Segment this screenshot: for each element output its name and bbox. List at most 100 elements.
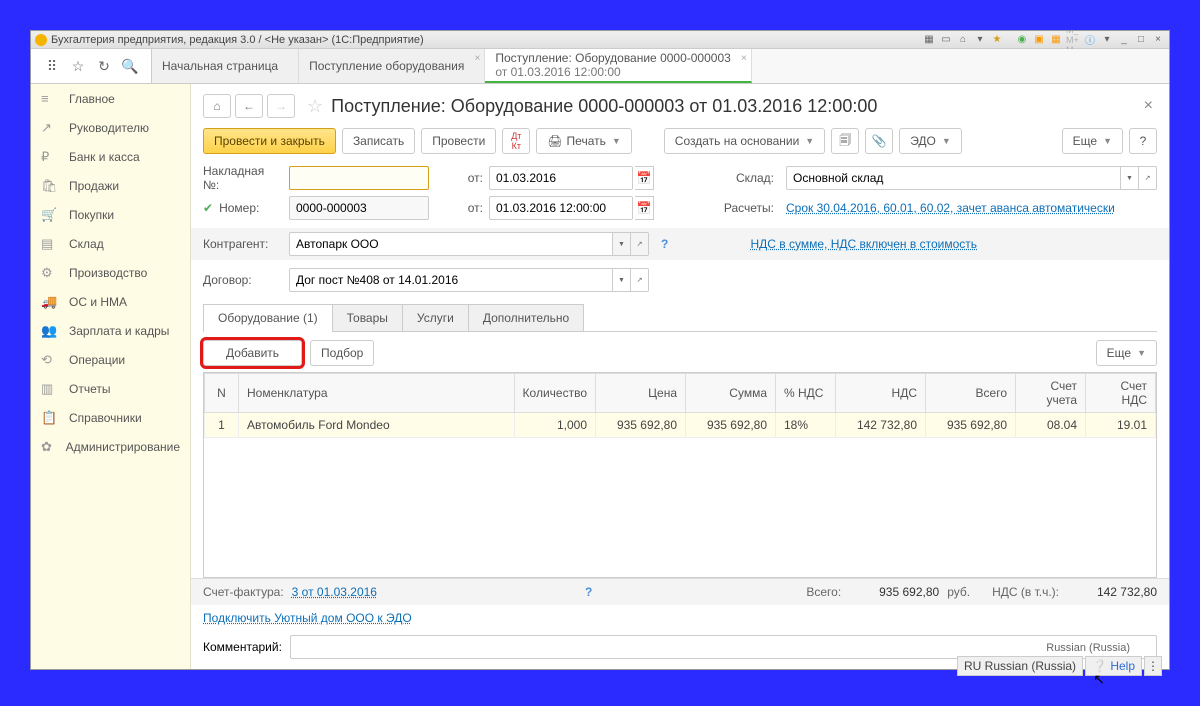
close-icon[interactable]: ×	[1151, 33, 1165, 47]
edo-button[interactable]: ЭДО▼	[899, 128, 962, 154]
chevron-down-icon[interactable]: ▼	[612, 233, 630, 255]
chevron-down-icon[interactable]: ▼	[1120, 167, 1138, 189]
sidebar-item-production[interactable]: ⚙Производство	[31, 258, 190, 287]
invoice-no-input[interactable]	[289, 166, 429, 190]
col-acc-vat[interactable]: Счет НДС	[1086, 374, 1156, 413]
sidebar-item-director[interactable]: ↗Руководителю	[31, 113, 190, 142]
open-icon[interactable]: ↗	[630, 233, 648, 255]
counterparty-input[interactable]	[290, 233, 612, 255]
history-icon[interactable]: ↻	[93, 55, 115, 77]
contract-combo[interactable]: ▼ ↗	[289, 268, 649, 292]
favorite-icon[interactable]: ★	[990, 33, 1004, 47]
tb-text[interactable]: M_ M+ M-	[1066, 33, 1080, 47]
tb-icon[interactable]: ◉	[1015, 33, 1029, 47]
col-total[interactable]: Всего	[926, 374, 1016, 413]
tab-additional[interactable]: Дополнительно	[468, 304, 584, 331]
calendar-icon[interactable]: 📅	[635, 196, 654, 220]
datetime-input[interactable]	[489, 196, 633, 220]
tb-icon[interactable]: ▭	[939, 33, 953, 47]
open-icon[interactable]: ↗	[630, 269, 648, 291]
sidebar-item-operations[interactable]: ⟲Операции	[31, 345, 190, 374]
sidebar-item-main[interactable]: ≡Главное	[31, 84, 190, 113]
help-button[interactable]: ❔ Help	[1085, 656, 1142, 676]
vat-mode-link[interactable]: НДС в сумме, НДС включен в стоимость	[750, 237, 977, 251]
tb-icon[interactable]: ⌂	[956, 33, 970, 47]
chevron-down-icon[interactable]: ▼	[612, 269, 630, 291]
counterparty-combo[interactable]: ▼ ↗	[289, 232, 649, 256]
cell-acc-vat[interactable]: 19.01	[1086, 413, 1156, 438]
sidebar-item-bank[interactable]: ₽Банк и касса	[31, 142, 190, 171]
post-close-button[interactable]: Провести и закрыть	[203, 128, 336, 154]
page-close-icon[interactable]: ×	[1140, 97, 1157, 115]
star-icon[interactable]: ☆	[67, 55, 89, 77]
sf-link[interactable]: 3 от 01.03.2016	[292, 585, 377, 599]
sidebar-item-warehouse[interactable]: ▤Склад	[31, 229, 190, 258]
dt-kt-button[interactable]: ДтКт	[502, 128, 530, 154]
lang-indicator[interactable]: RU Russian (Russia)	[957, 656, 1083, 676]
minimize-icon[interactable]: _	[1117, 33, 1131, 47]
number-input[interactable]	[289, 196, 429, 220]
calendar-icon[interactable]: 📅	[635, 166, 654, 190]
tb-icon[interactable]: ▣	[1032, 33, 1046, 47]
related-button[interactable]: 🗐	[831, 128, 859, 154]
sidebar-item-reports[interactable]: ▥Отчеты	[31, 374, 190, 403]
cell-nomen[interactable]: Автомобиль Ford Mondeo	[239, 413, 515, 438]
tb-icon[interactable]: ▾	[973, 33, 987, 47]
info-drop-icon[interactable]: ▾	[1100, 33, 1114, 47]
edo-connect-link[interactable]: Подключить Уютный дом ООО к ЭДО	[203, 611, 412, 625]
sidebar-item-purchases[interactable]: 🛒Покупки	[31, 200, 190, 229]
col-sum[interactable]: Сумма	[686, 374, 776, 413]
maximize-icon[interactable]: □	[1134, 33, 1148, 47]
apps-icon[interactable]: ⠿	[41, 55, 63, 77]
open-icon[interactable]: ↗	[1138, 167, 1156, 189]
table-more-button[interactable]: Еще▼	[1096, 340, 1157, 366]
tab-close-icon[interactable]: ×	[475, 53, 481, 64]
calc-link[interactable]: Срок 30.04.2016, 60.01, 60.02, зачет ава…	[786, 201, 1157, 215]
tab-start-page[interactable]: Начальная страница	[152, 49, 299, 83]
col-vat[interactable]: НДС	[836, 374, 926, 413]
cell-price[interactable]: 935 692,80	[596, 413, 686, 438]
pick-button[interactable]: Подбор	[310, 340, 374, 366]
add-row-button[interactable]: Добавить	[203, 340, 302, 366]
attach-button[interactable]: 📎	[865, 128, 893, 154]
help-button[interactable]: ?	[1129, 128, 1157, 154]
tab-equipment[interactable]: Оборудование (1)	[203, 304, 333, 331]
invoice-date-input[interactable]	[489, 166, 633, 190]
tab-receipt-document[interactable]: Поступление: Оборудование 0000-000003 от…	[485, 49, 751, 83]
cell-vat[interactable]: 142 732,80	[836, 413, 926, 438]
warehouse-combo[interactable]: ▼ ↗	[786, 166, 1157, 190]
sidebar-item-catalogs[interactable]: 📋Справочники	[31, 403, 190, 432]
col-vat-pct[interactable]: % НДС	[776, 374, 836, 413]
cell-qty[interactable]: 1,000	[514, 413, 595, 438]
contract-input[interactable]	[290, 269, 612, 291]
col-price[interactable]: Цена	[596, 374, 686, 413]
more-button[interactable]: Еще▼	[1062, 128, 1123, 154]
tab-goods[interactable]: Товары	[332, 304, 403, 331]
tb-icon[interactable]: ▦	[922, 33, 936, 47]
cell-vat-pct[interactable]: 18%	[776, 413, 836, 438]
question-icon[interactable]: ?	[661, 237, 668, 251]
sidebar-item-admin[interactable]: ✿Администрирование	[31, 432, 190, 461]
write-button[interactable]: Записать	[342, 128, 415, 154]
favorite-icon[interactable]: ☆	[307, 96, 323, 117]
col-nomen[interactable]: Номенклатура	[239, 374, 515, 413]
create-based-button[interactable]: Создать на основании▼	[664, 128, 825, 154]
warehouse-input[interactable]	[787, 167, 1120, 189]
tab-services[interactable]: Услуги	[402, 304, 469, 331]
sidebar-item-salary[interactable]: 👥Зарплата и кадры	[31, 316, 190, 345]
tb-icon[interactable]: ▦	[1049, 33, 1063, 47]
sidebar-item-sales[interactable]: 🛍Продажи	[31, 171, 190, 200]
tab-receipt-equipment[interactable]: Поступление оборудования×	[299, 49, 485, 83]
search-icon[interactable]: 🔍	[119, 55, 141, 77]
home-button[interactable]: ⌂	[203, 94, 231, 118]
col-qty[interactable]: Количество	[514, 374, 595, 413]
col-acc[interactable]: Счет учета	[1016, 374, 1086, 413]
info-icon[interactable]: ⓘ	[1083, 33, 1097, 47]
tab-close-icon[interactable]: ×	[741, 53, 747, 64]
cell-total[interactable]: 935 692,80	[926, 413, 1016, 438]
more-icon[interactable]: ⋮	[1144, 656, 1162, 676]
print-button[interactable]: 🖨Печать▼	[536, 128, 631, 154]
cell-acc[interactable]: 08.04	[1016, 413, 1086, 438]
cell-sum[interactable]: 935 692,80	[686, 413, 776, 438]
col-n[interactable]: N	[205, 374, 239, 413]
